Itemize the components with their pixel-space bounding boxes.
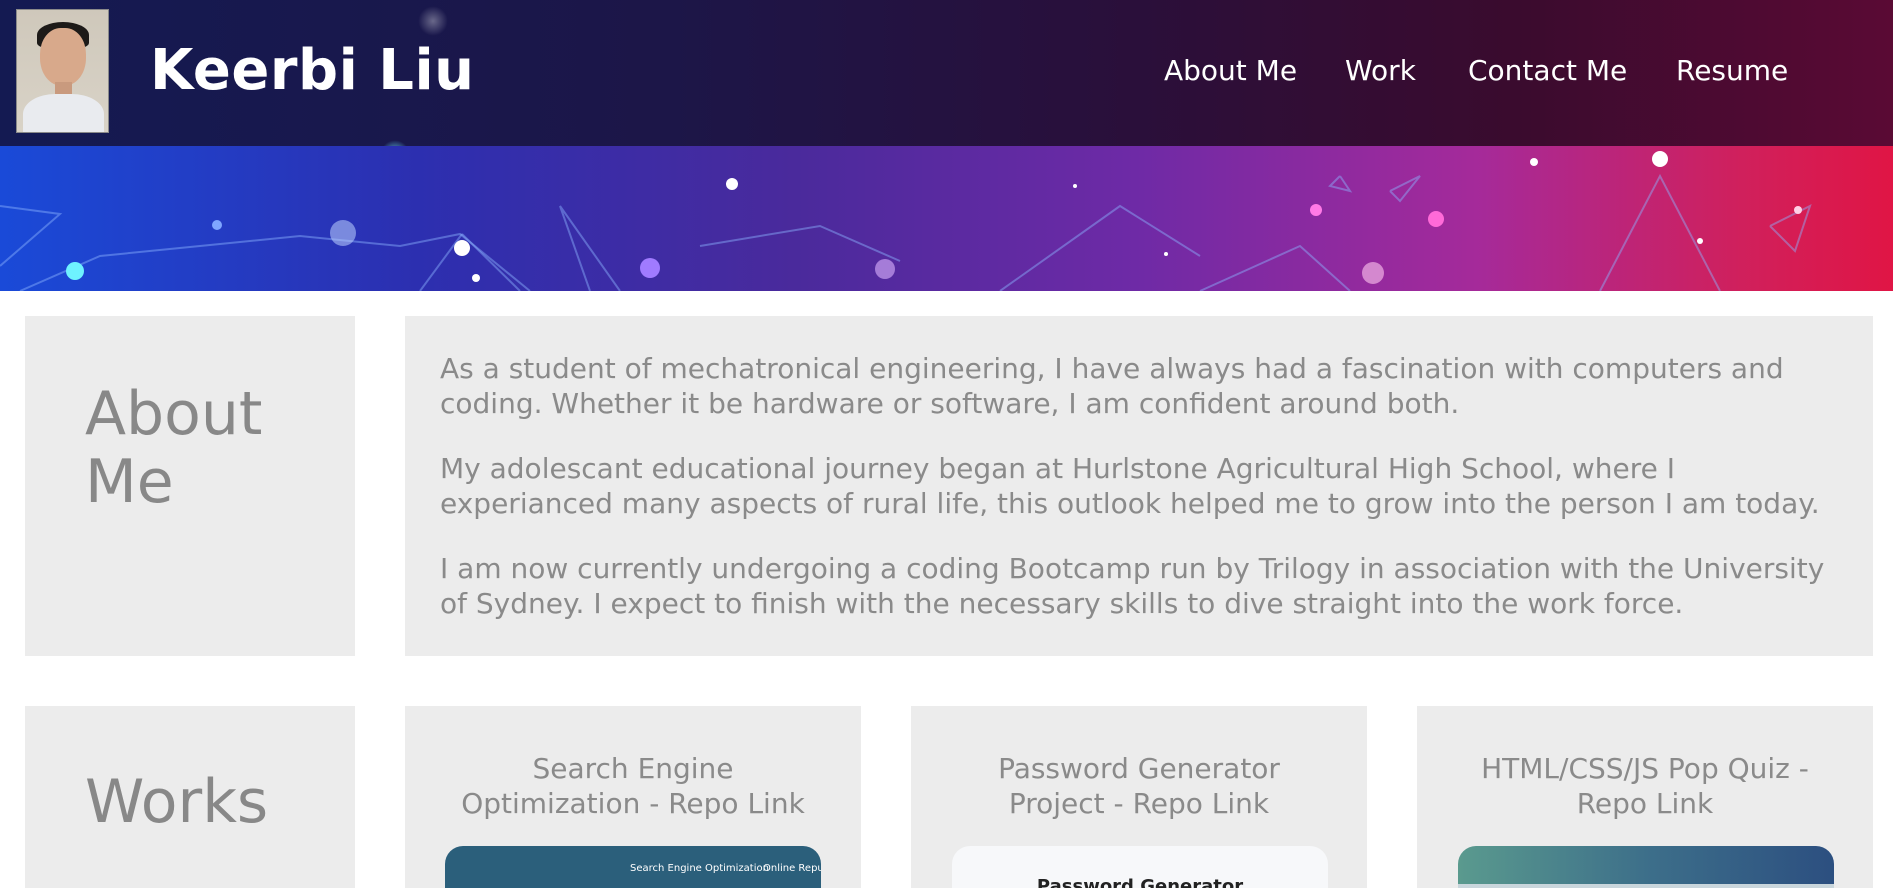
work-thumbnail[interactable]: Password Generator xyxy=(952,846,1328,888)
about-heading: About Me xyxy=(85,380,262,516)
works-heading-card: Works xyxy=(25,706,355,888)
thumbnail-nav-text: Search Engine Optimization xyxy=(630,863,769,874)
nav-contact-me[interactable]: Contact Me xyxy=(1468,54,1627,87)
nav-work[interactable]: Work xyxy=(1345,54,1416,87)
thumbnail-heading-text: Password Generator xyxy=(1036,876,1244,888)
nav-resume[interactable]: Resume xyxy=(1676,54,1788,87)
main-nav: About Me Work Contact Me Resume xyxy=(0,54,1893,94)
work-title-link[interactable]: Search Engine Optimization - Repo Link xyxy=(405,751,861,821)
site-header: Keerbi Liu About Me Work Contact Me Resu… xyxy=(0,0,1893,146)
about-heading-line1: About xyxy=(85,379,263,449)
about-paragraph: My adolescant educational journey began … xyxy=(440,452,1820,520)
about-paragraph: I am now currently undergoing a coding B… xyxy=(440,552,1825,620)
work-title-link[interactable]: HTML/CSS/JS Pop Quiz - Repo Link xyxy=(1417,751,1873,821)
banner-network-graphic xyxy=(0,151,1812,291)
works-heading: Works xyxy=(85,767,269,837)
about-paragraph: As a student of mechatronical engineerin… xyxy=(440,352,1784,420)
about-text-card: As a student of mechatronical engineerin… xyxy=(405,316,1873,656)
work-title-link[interactable]: Password Generator Project - Repo Link xyxy=(911,751,1367,821)
work-thumbnail[interactable] xyxy=(1458,846,1834,888)
hero-banner xyxy=(0,146,1893,291)
work-thumbnail[interactable]: Search Engine Optimization Online Reput xyxy=(445,846,821,888)
header-glow xyxy=(418,6,448,36)
about-heading-card: About Me xyxy=(25,316,355,656)
work-card[interactable]: HTML/CSS/JS Pop Quiz - Repo Link xyxy=(1417,706,1873,888)
work-card[interactable]: Search Engine Optimization - Repo Link S… xyxy=(405,706,861,888)
thumbnail-nav-text: Online Reput xyxy=(763,863,821,874)
about-heading-line2: Me xyxy=(85,447,174,517)
nav-about-me[interactable]: About Me xyxy=(1164,54,1297,87)
thumbnail-content-strip xyxy=(1458,884,1834,888)
work-card[interactable]: Password Generator Project - Repo Link P… xyxy=(911,706,1367,888)
